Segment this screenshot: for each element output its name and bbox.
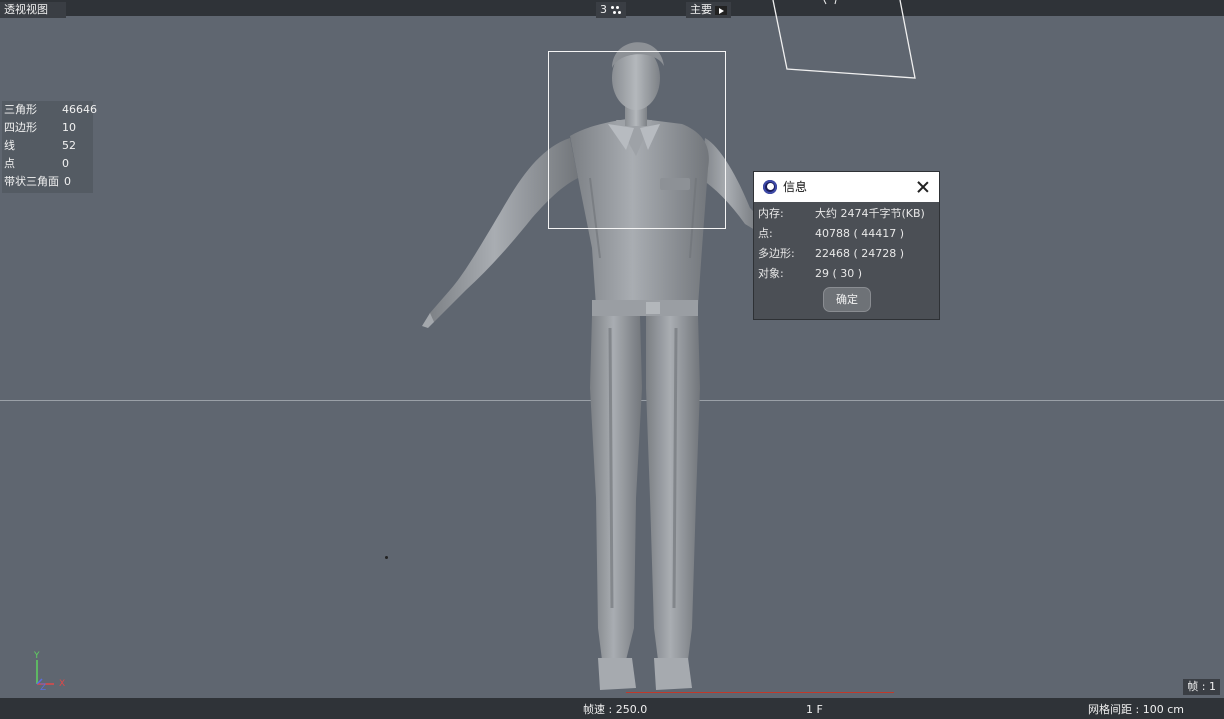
- close-icon[interactable]: [914, 178, 932, 196]
- dialog-title: 信息: [783, 180, 808, 194]
- axis-gizmo: Y Z X: [33, 651, 65, 693]
- current-frame: 1 F: [806, 703, 823, 716]
- stat-lines: 线 52: [4, 139, 76, 152]
- stat-quads: 四边形 10: [4, 121, 76, 134]
- grid-spacing: 网格间距 : 100 cm: [1088, 703, 1184, 716]
- dialog-row-memory: 内存: 大约 2474千字节(KB): [758, 207, 925, 220]
- ok-button[interactable]: 确定: [823, 287, 871, 312]
- cinema4d-logo-icon: [763, 180, 777, 194]
- dialog-row-polygons: 多边形: 22468 ( 24728 ): [758, 247, 905, 260]
- dialog-row-objects: 对象: 29 ( 30 ): [758, 267, 863, 280]
- axis-y-label: Y: [33, 651, 40, 661]
- timeline-line: [626, 692, 894, 693]
- selection-bounding-box: [548, 51, 726, 229]
- frame-badge: 帧 : 1: [1183, 679, 1220, 695]
- scene-point: [385, 556, 388, 559]
- info-dialog: 信息 内存: 大约 2474千字节(KB) 点: 40788 ( 44417 )…: [753, 171, 940, 320]
- dialog-row-points: 点: 40788 ( 44417 ): [758, 227, 905, 240]
- stat-strips: 带状三角面 0: [4, 175, 71, 188]
- axis-z-label: Z: [40, 683, 46, 693]
- fps-readout: 帧速 : 250.0: [583, 703, 648, 716]
- dialog-header: 信息: [754, 172, 939, 202]
- axis-x-label: X: [59, 679, 65, 689]
- stat-points: 点 0: [4, 157, 69, 170]
